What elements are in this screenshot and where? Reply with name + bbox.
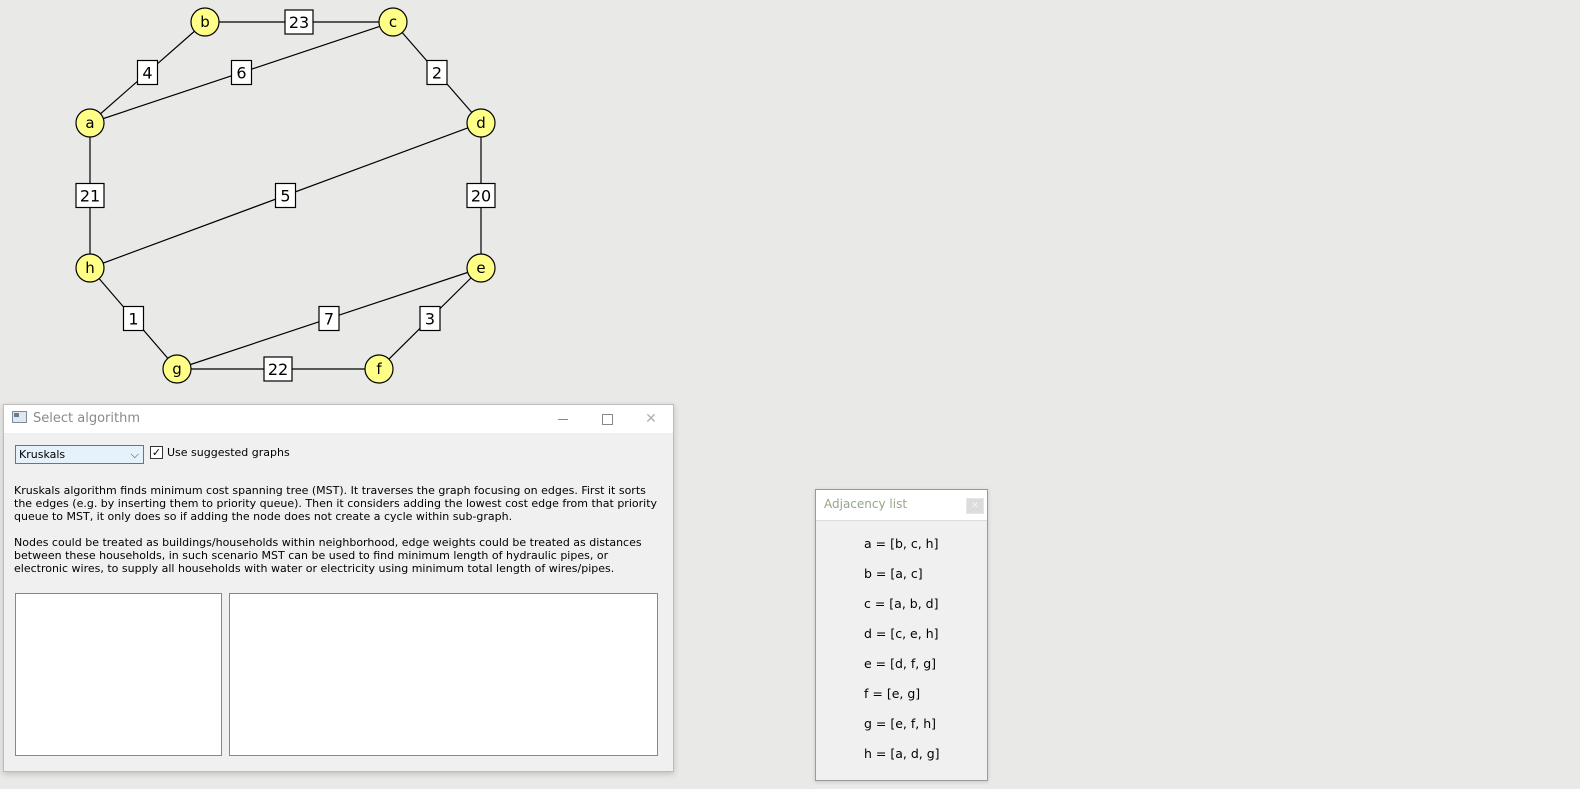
svg-text:2: 2 <box>432 64 442 83</box>
svg-text:a: a <box>85 114 94 132</box>
adjacency-close-button[interactable]: ✕ <box>966 498 984 514</box>
close-icon: ✕ <box>971 501 979 511</box>
svg-text:21: 21 <box>80 187 100 206</box>
adjacency-entries: a = [b, c, h] b = [a, c] c = [a, b, d] d = … <box>864 536 940 776</box>
graph-node-a[interactable]: a <box>75 108 105 138</box>
checkmark-icon: ✓ <box>151 446 162 459</box>
use-suggested-checkbox[interactable]: ✓ <box>150 446 163 459</box>
chevron-down-icon: ⌵ <box>130 448 139 461</box>
svg-text:22: 22 <box>268 360 288 379</box>
algorithm-description: Kruskals algorithm finds minimum cost sp… <box>14 484 664 588</box>
window-title: Select algorithm <box>33 411 140 426</box>
edge-weight-label: 4 <box>136 59 159 86</box>
output-text-box[interactable] <box>229 593 658 756</box>
description-paragraph-2: Nodes could be treated as buildings/hous… <box>14 536 642 575</box>
adjacency-entry: d = [c, e, h] <box>864 626 939 641</box>
svg-text:4: 4 <box>142 64 152 83</box>
edge-weight-label: 21 <box>75 182 105 209</box>
svg-text:e: e <box>476 259 485 277</box>
adjacency-entry: f = [e, g] <box>864 686 921 701</box>
adjacency-titlebar[interactable]: Adjacency list ✕ <box>816 490 987 521</box>
select-algorithm-window: Select algorithm ✕ Kruskals ⌵ ✓ Use sugg… <box>3 404 674 772</box>
window-titlebar[interactable]: Select algorithm ✕ <box>4 405 673 434</box>
svg-text:c: c <box>389 13 397 31</box>
graph-node-h[interactable]: h <box>75 253 105 283</box>
svg-text:d: d <box>476 114 486 132</box>
minimize-icon <box>558 418 568 420</box>
algorithm-select[interactable]: Kruskals ⌵ <box>15 445 144 464</box>
graph-node-b[interactable]: b <box>190 7 220 37</box>
svg-text:h: h <box>85 259 95 277</box>
adjacency-entry: b = [a, c] <box>864 566 923 581</box>
svg-text:3: 3 <box>425 310 435 329</box>
adjacency-list-window: Adjacency list ✕ a = [b, c, h] b = [a, c]… <box>815 489 988 781</box>
maximize-button[interactable] <box>585 405 629 433</box>
app-icon <box>12 411 27 423</box>
close-button[interactable]: ✕ <box>629 405 673 433</box>
edge-weight-label: 3 <box>419 305 441 332</box>
svg-text:f: f <box>376 360 382 378</box>
algorithm-select-value: Kruskals <box>19 448 66 461</box>
adjacency-entry: h = [a, d, g] <box>864 746 940 761</box>
graph-node-g[interactable]: g <box>162 354 192 384</box>
svg-text:23: 23 <box>289 13 309 32</box>
edge-weight-label: 7 <box>318 305 340 332</box>
svg-text:7: 7 <box>324 310 334 329</box>
edge-weight-label: 1 <box>122 305 145 332</box>
edge-weight-label: 5 <box>274 182 297 209</box>
svg-text:6: 6 <box>236 64 246 83</box>
graph-node-f[interactable]: f <box>364 354 394 384</box>
graph-canvas: 23 4 6 2 21 5 20 1 7 3 22 b c a d h e g f <box>75 7 496 384</box>
minimize-button[interactable] <box>541 405 585 433</box>
edge-weight-label: 22 <box>263 356 293 382</box>
edge-weight-label: 2 <box>426 59 448 86</box>
svg-text:20: 20 <box>471 187 491 206</box>
edge-weight-label: 6 <box>230 59 253 86</box>
adjacency-title: Adjacency list <box>824 497 908 511</box>
graph-node-c[interactable]: c <box>378 7 408 37</box>
edge-weight-label: 20 <box>466 182 496 209</box>
adjacency-entry: e = [d, f, g] <box>864 656 937 671</box>
graph-node-e[interactable]: e <box>466 253 496 283</box>
adjacency-entry: a = [b, c, h] <box>864 536 939 551</box>
use-suggested-label[interactable]: Use suggested graphs <box>167 446 290 459</box>
svg-text:b: b <box>200 13 210 31</box>
description-paragraph-1: Kruskals algorithm finds minimum cost sp… <box>14 484 658 523</box>
edge-weight-label: 23 <box>284 9 314 35</box>
steps-list-box[interactable] <box>15 593 222 756</box>
graph-node-d[interactable]: d <box>466 108 496 138</box>
svg-text:5: 5 <box>280 187 290 206</box>
adjacency-entry: g = [e, f, h] <box>864 716 937 731</box>
svg-text:g: g <box>172 360 182 378</box>
svg-text:1: 1 <box>128 310 138 329</box>
maximize-icon <box>601 413 613 425</box>
adjacency-entry: c = [a, b, d] <box>864 596 939 611</box>
close-icon: ✕ <box>645 411 657 427</box>
